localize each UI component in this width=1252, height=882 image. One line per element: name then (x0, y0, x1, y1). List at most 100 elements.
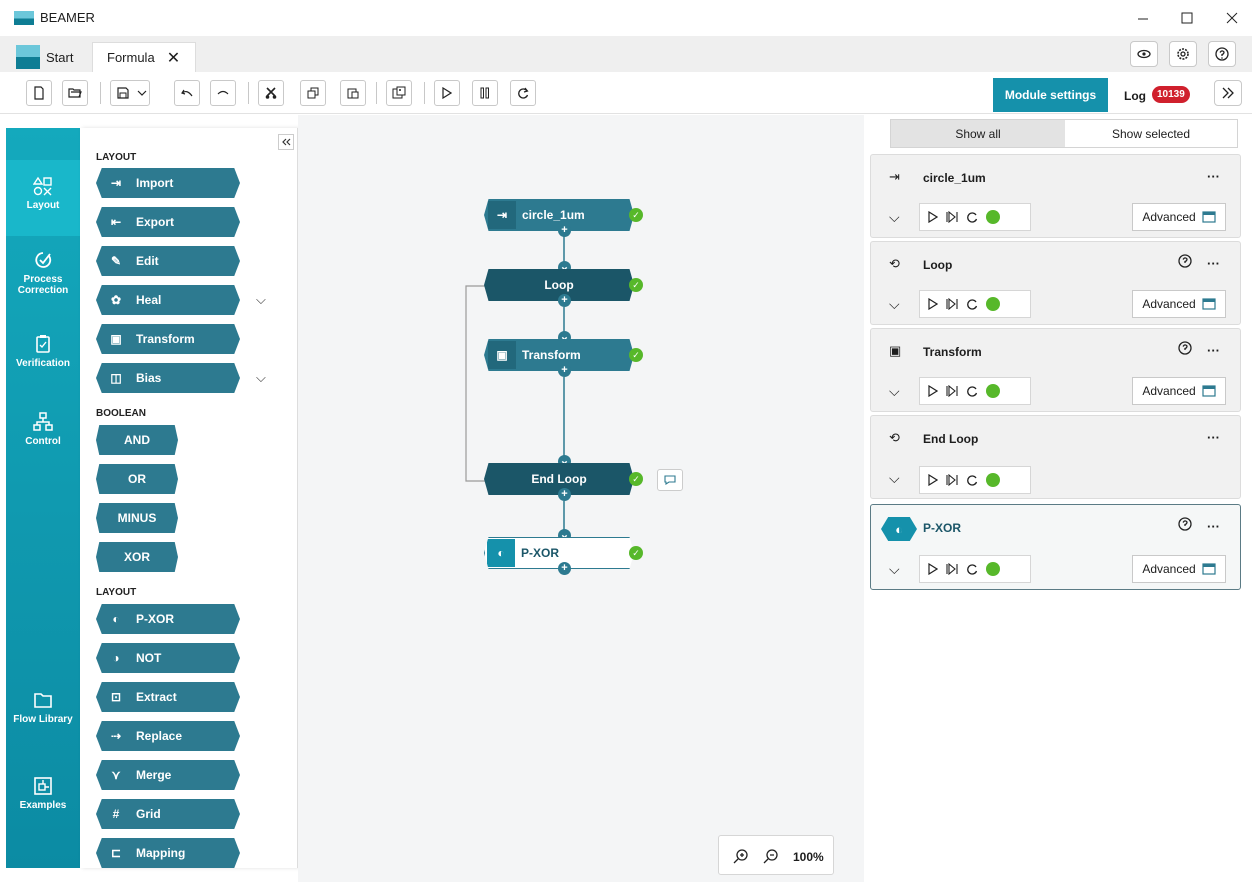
rail-item-layout[interactable]: Layout (6, 160, 80, 236)
rail-item-control[interactable]: Control (6, 412, 80, 447)
add-connection-icon[interactable]: + (558, 364, 571, 377)
redo-button[interactable] (210, 80, 236, 106)
module-card-p-xor[interactable]: ◐ P-XOR ··· ⌵ Advanced (870, 504, 1241, 590)
play-icon[interactable] (928, 563, 938, 575)
help-icon[interactable] (1178, 254, 1192, 268)
expand-chevron-icon[interactable]: ⌵ (889, 561, 900, 578)
add-connection-icon[interactable]: + (558, 294, 571, 307)
preview-button[interactable] (1130, 41, 1158, 67)
more-options-icon[interactable]: ··· (1207, 430, 1220, 445)
bias-expand-chevron-icon[interactable]: ⌵ (256, 370, 266, 386)
refresh-icon[interactable] (966, 563, 978, 575)
module-card-transform[interactable]: ▣ Transform ··· ⌵ Advanced (870, 328, 1241, 412)
help-button[interactable] (1208, 41, 1236, 67)
add-connection-icon[interactable]: + (558, 488, 571, 501)
run-until-icon[interactable] (946, 474, 958, 486)
more-options-icon[interactable]: ··· (1207, 256, 1220, 271)
advanced-button[interactable]: Advanced (1132, 377, 1226, 405)
palette-export-button[interactable]: ⇤ Export (96, 207, 240, 237)
advanced-button[interactable]: Advanced (1132, 290, 1226, 318)
run-until-icon[interactable] (946, 385, 958, 397)
show-all-button[interactable]: Show all (891, 120, 1065, 147)
log-label[interactable]: Log (1124, 89, 1146, 103)
flow-canvas[interactable]: ⇥ circle_1um ✓ + ⌄ Loop ✓ + ⌄ ▣ Transfor… (298, 115, 864, 882)
play-icon[interactable] (928, 385, 938, 397)
palette-heal-button[interactable]: ✿ Heal (96, 285, 240, 315)
refresh-icon[interactable] (966, 298, 978, 310)
rail-item-flow-library[interactable]: Flow Library (6, 690, 80, 725)
palette-and-button[interactable]: AND (96, 425, 178, 455)
palette-edit-button[interactable]: ✎ Edit (96, 246, 240, 276)
run-until-icon[interactable] (946, 298, 958, 310)
more-options-icon[interactable]: ··· (1207, 169, 1220, 184)
palette-pxor-button[interactable]: ◐ P-XOR (96, 604, 240, 634)
expand-chevron-icon[interactable]: ⌵ (889, 296, 900, 313)
undo-button[interactable] (174, 80, 200, 106)
module-settings-button[interactable]: Module settings (993, 78, 1108, 112)
palette-or-button[interactable]: OR (96, 464, 178, 494)
settings-button[interactable] (1169, 41, 1197, 67)
palette-not-button[interactable]: ◑ NOT (96, 643, 240, 673)
refresh-icon[interactable] (966, 385, 978, 397)
refresh-icon[interactable] (966, 474, 978, 486)
show-selected-button[interactable]: Show selected (1065, 120, 1237, 147)
more-options-icon[interactable]: ··· (1207, 343, 1220, 358)
screenshot-button[interactable] (386, 80, 412, 106)
expand-chevron-icon[interactable]: ⌵ (889, 383, 900, 400)
advanced-button[interactable]: Advanced (1132, 203, 1226, 231)
module-card-loop[interactable]: ⟲ Loop ··· ⌵ Advanced (870, 241, 1241, 325)
rail-item-verification[interactable]: Verification (6, 334, 80, 369)
cut-button[interactable] (258, 80, 284, 106)
play-icon[interactable] (928, 474, 938, 486)
heal-expand-chevron-icon[interactable]: ⌵ (256, 292, 266, 308)
add-connection-icon[interactable]: + (558, 562, 571, 575)
expand-panel-button[interactable] (1214, 80, 1242, 106)
maximize-button[interactable] (1177, 8, 1197, 28)
zoom-out-icon[interactable] (763, 848, 779, 864)
paste-button[interactable] (340, 80, 366, 106)
rail-item-process-correction[interactable]: Process Correction (6, 250, 80, 296)
more-options-icon[interactable]: ··· (1207, 519, 1220, 534)
palette-import-button[interactable]: ⇥ Import (96, 168, 240, 198)
chevron-down-icon[interactable] (137, 89, 147, 97)
close-window-button[interactable] (1222, 8, 1242, 28)
minimize-button[interactable] (1133, 8, 1153, 28)
palette-grid-button[interactable]: # Grid (96, 799, 240, 829)
save-button[interactable] (110, 80, 150, 106)
palette-xor-button[interactable]: XOR (96, 542, 178, 572)
open-folder-button[interactable] (62, 80, 88, 106)
tab-formula[interactable]: Formula ✕ (92, 42, 196, 72)
new-file-button[interactable] (26, 80, 52, 106)
advanced-button[interactable]: Advanced (1132, 555, 1226, 583)
palette-mapping-button[interactable]: ⊏ Mapping (96, 838, 240, 868)
reset-button[interactable] (510, 80, 536, 106)
help-icon[interactable] (1178, 341, 1192, 355)
expand-chevron-icon[interactable]: ⌵ (889, 209, 900, 226)
run-until-icon[interactable] (946, 563, 958, 575)
zoom-in-icon[interactable] (733, 848, 749, 864)
palette-bias-button[interactable]: ◫ Bias (96, 363, 240, 393)
pause-button[interactable] (472, 80, 498, 106)
close-tab-icon[interactable]: ✕ (167, 48, 180, 68)
run-until-icon[interactable] (946, 211, 958, 223)
comment-button[interactable] (657, 469, 683, 491)
palette-replace-button[interactable]: ⇢ Replace (96, 721, 240, 751)
tab-start[interactable]: Start (16, 42, 73, 72)
play-icon[interactable] (928, 211, 938, 223)
expand-chevron-icon[interactable]: ⌵ (889, 470, 900, 487)
module-card-end-loop[interactable]: ⟲ End Loop ··· ⌵ (870, 415, 1241, 499)
help-icon[interactable] (1178, 517, 1192, 531)
palette-extract-button[interactable]: ⊡ Extract (96, 682, 240, 712)
palette-transform-button[interactable]: ▣ Transform (96, 324, 240, 354)
play-icon[interactable] (928, 298, 938, 310)
copy-button[interactable] (300, 80, 326, 106)
collapse-palette-button[interactable] (278, 134, 294, 150)
palette-merge-button[interactable]: ⋎ Merge (96, 760, 240, 790)
add-connection-icon[interactable]: + (558, 224, 571, 237)
rail-item-examples[interactable]: Examples (6, 776, 80, 811)
module-card-circle-1um[interactable]: ⇥ circle_1um ··· ⌵ Advanced (870, 154, 1241, 238)
module-name: Loop (923, 258, 953, 272)
palette-minus-button[interactable]: MINUS (96, 503, 178, 533)
run-button[interactable] (434, 80, 460, 106)
refresh-icon[interactable] (966, 211, 978, 223)
